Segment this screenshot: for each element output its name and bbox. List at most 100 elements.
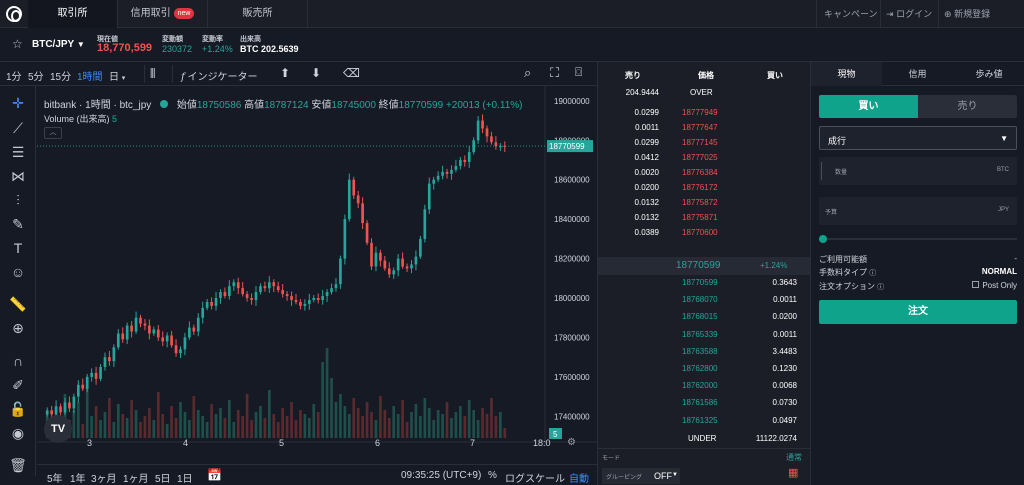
- candle-body: [259, 286, 262, 293]
- post-only-checkbox[interactable]: Post Only: [972, 281, 1017, 290]
- buy-button[interactable]: 買い: [819, 95, 918, 118]
- signup-link[interactable]: ⊕ 新規登録: [944, 0, 990, 28]
- bitbank-logo-icon[interactable]: [6, 6, 22, 22]
- trash-icon[interactable]: 🗑: [9, 456, 27, 474]
- bid-row[interactable]: 18770599 0.3643: [598, 278, 811, 293]
- interval-day[interactable]: 日 ▾: [109, 68, 125, 83]
- brush-icon[interactable]: ✎: [9, 215, 27, 233]
- candle-style-icon[interactable]: ⫴: [150, 66, 155, 82]
- lock-drawing-icon[interactable]: ✐: [9, 376, 27, 394]
- tab-margin[interactable]: 信用取引 new: [118, 0, 208, 28]
- ask-row[interactable]: 0.0132 18775871: [598, 213, 811, 228]
- bid-row[interactable]: 18765339 0.0011: [598, 330, 811, 345]
- camera-icon[interactable]: ⌼: [575, 65, 582, 80]
- bid-row[interactable]: 18762000 0.0068: [598, 381, 811, 396]
- budget-field[interactable]: 予算 JPY: [819, 197, 1017, 225]
- ask-row[interactable]: 0.0020 18776384: [598, 168, 811, 183]
- order-type-select[interactable]: 成行 ▼: [819, 126, 1017, 150]
- zoom-in-icon[interactable]: ⊕: [9, 319, 27, 337]
- mode-label: モード: [602, 456, 621, 462]
- pair-selector[interactable]: BTC/JPY ▼: [32, 39, 85, 50]
- range-5d[interactable]: 5日: [155, 470, 171, 485]
- range-5y[interactable]: 5年: [47, 470, 63, 485]
- ask-price: 18777949: [682, 108, 718, 117]
- calendar-icon[interactable]: 📅: [207, 468, 222, 482]
- ask-row[interactable]: 0.0200 18776172: [598, 183, 811, 198]
- toolbar-divider: [172, 65, 173, 83]
- bid-row[interactable]: 18761586 0.0730: [598, 398, 811, 413]
- percent-toggle[interactable]: %: [488, 470, 497, 481]
- magnet-icon[interactable]: ∩: [9, 352, 27, 370]
- download-icon[interactable]: ⬇: [311, 66, 321, 80]
- tab-sales[interactable]: 販売所: [208, 0, 308, 28]
- emoji-icon[interactable]: ☺: [9, 263, 27, 281]
- grouping-select[interactable]: グルーピング OFF ▼: [602, 468, 680, 484]
- tradingview-logo-icon[interactable]: TV: [44, 415, 72, 443]
- lock-icon[interactable]: 🔓: [9, 400, 27, 418]
- interval-5m[interactable]: 5分: [28, 68, 44, 83]
- amount-slider[interactable]: [819, 235, 1017, 243]
- trendline-icon[interactable]: ⟋: [9, 119, 27, 137]
- collapse-legend-button[interactable]: ︿: [44, 127, 62, 139]
- bid-row[interactable]: 18763588 3.4483: [598, 347, 811, 362]
- upload-icon[interactable]: ⬆: [280, 66, 290, 80]
- range-1d[interactable]: 1日: [177, 470, 193, 485]
- ask-row[interactable]: 0.0299 18777949: [598, 108, 811, 123]
- tab-exchange[interactable]: 取引所: [28, 0, 118, 28]
- ask-price: 18775871: [682, 213, 718, 222]
- ask-row[interactable]: 0.0132 18775872: [598, 198, 811, 213]
- campaign-link[interactable]: キャンペーン: [824, 0, 878, 28]
- range-3m[interactable]: 3ヶ月: [91, 470, 117, 485]
- ruler-icon[interactable]: 📏: [9, 295, 27, 313]
- volume-bar: [148, 408, 151, 438]
- tab-trades[interactable]: 歩み値: [953, 62, 1024, 86]
- star-icon[interactable]: ☆: [12, 37, 23, 51]
- range-1m[interactable]: 1ヶ月: [123, 470, 149, 485]
- eraser-icon[interactable]: ⌫: [343, 66, 360, 80]
- ask-row[interactable]: 0.0389 18770600: [598, 228, 811, 243]
- clock[interactable]: 09:35:25 (UTC+9): [401, 470, 481, 481]
- ask-row[interactable]: 0.0011 18777647: [598, 123, 811, 138]
- log-toggle[interactable]: ログスケール: [505, 470, 565, 485]
- login-link[interactable]: ⇥ ログイン: [886, 0, 932, 28]
- text-icon[interactable]: T: [9, 239, 27, 257]
- bid-row[interactable]: 18768070 0.0011: [598, 295, 811, 310]
- crosshair-icon[interactable]: ✛: [9, 94, 27, 112]
- quantity-field[interactable]: 数量 BTC: [819, 157, 1017, 185]
- volume-bar: [476, 420, 480, 438]
- zoom-icon[interactable]: ⌕: [524, 65, 531, 81]
- bid-row[interactable]: 18762800 0.1230: [598, 364, 811, 379]
- range-1y[interactable]: 1年: [70, 470, 86, 485]
- bid-row[interactable]: 18761325 0.0497: [598, 416, 811, 431]
- submit-order-button[interactable]: 注文: [819, 300, 1017, 324]
- volume-bar: [401, 400, 404, 438]
- fullscreen-icon[interactable]: ⛶: [550, 65, 559, 81]
- sell-button[interactable]: 売り: [918, 95, 1017, 118]
- interval-1m[interactable]: 1分: [6, 68, 22, 83]
- candle-body: [103, 357, 107, 367]
- mode-value[interactable]: 通常: [786, 452, 802, 463]
- interval-1h[interactable]: 1時間: [77, 68, 103, 83]
- ask-row[interactable]: 0.0299 18777145: [598, 138, 811, 153]
- fee-value: NORMAL: [981, 267, 1017, 276]
- info-icon[interactable]: ⓘ: [877, 284, 884, 291]
- slider-handle[interactable]: [819, 235, 827, 243]
- eye-icon[interactable]: ◉: [9, 424, 27, 442]
- fib-icon[interactable]: ⫶: [9, 191, 27, 209]
- interval-15m[interactable]: 15分: [50, 68, 71, 83]
- top-nav: 取引所 信用取引 new 販売所 キャンペーン ⇥ ログイン ⊕ 新規登録: [0, 0, 1024, 28]
- auto-toggle[interactable]: 自動: [569, 470, 589, 485]
- ask-row[interactable]: 0.0412 18777025: [598, 153, 811, 168]
- indicator-button[interactable]: f インジケーター: [181, 68, 257, 83]
- bid-row[interactable]: 18768015 0.0200: [598, 312, 811, 327]
- candle-body: [59, 406, 62, 413]
- info-icon[interactable]: ⓘ: [869, 270, 876, 277]
- layout-icon[interactable]: ▦: [788, 466, 798, 479]
- pattern-icon[interactable]: ⋈: [9, 167, 27, 185]
- pair-label: BTC/JPY: [32, 39, 75, 50]
- nav-divider: [880, 0, 881, 28]
- tab-margin[interactable]: 信用: [882, 62, 953, 86]
- channel-icon[interactable]: ☰: [9, 143, 27, 161]
- tab-spot[interactable]: 現物: [811, 62, 882, 86]
- price-chart[interactable]: 1900000018800000186000001840000018200000…: [37, 86, 597, 446]
